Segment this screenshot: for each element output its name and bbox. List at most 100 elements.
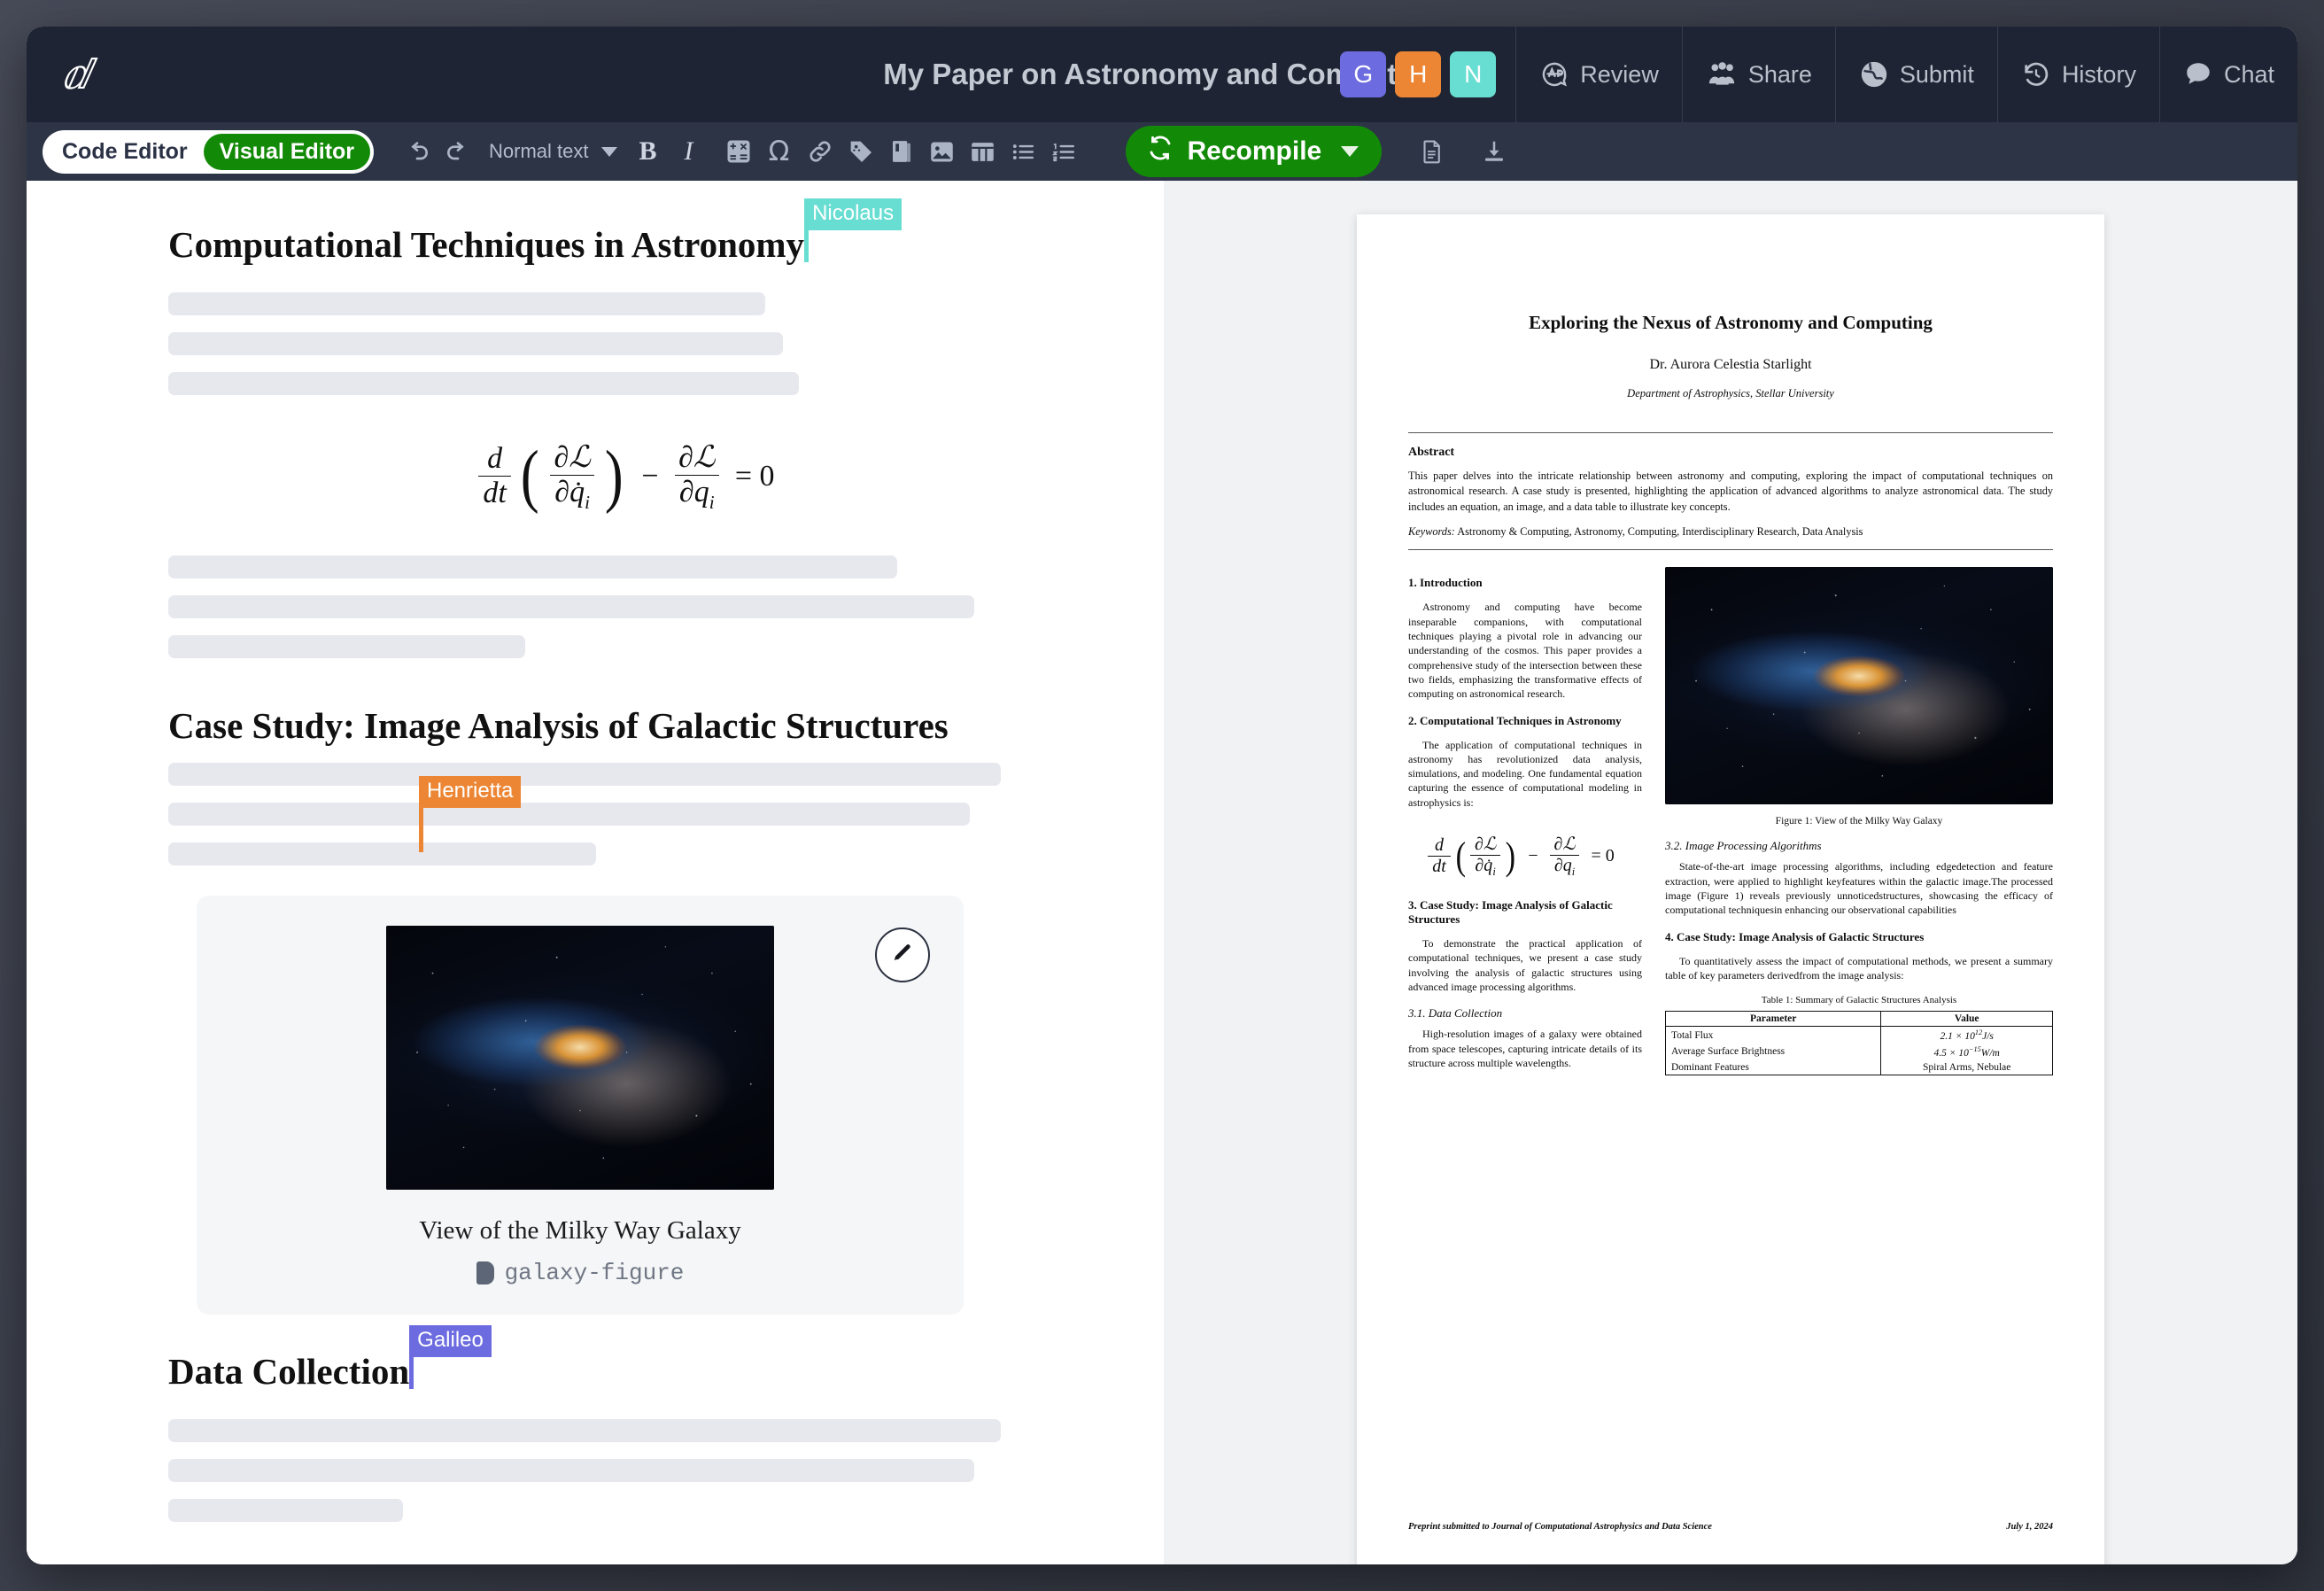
review-icon bbox=[1539, 59, 1569, 89]
equals-zero: = 0 bbox=[734, 459, 775, 493]
review-label: Review bbox=[1580, 60, 1659, 88]
table-header-row: Parameter Value bbox=[1664, 1011, 2053, 1028]
right-paren: ) bbox=[605, 437, 624, 515]
undo-icon[interactable] bbox=[397, 131, 438, 172]
section-3-2-body: State-of-the-art image processing algori… bbox=[1665, 860, 2053, 917]
pdf-column-right: Figure 1: View of the Milky Way Galaxy 3… bbox=[1664, 563, 2053, 1075]
section-4-body: To quantitatively assess the impact of c… bbox=[1665, 954, 2053, 982]
share-button[interactable]: Share bbox=[1681, 27, 1835, 122]
math-icon[interactable] bbox=[718, 131, 759, 172]
table-row: Total Flux 2.1 × 1012J/s bbox=[1664, 1026, 2053, 1044]
pdf-equation: d dt ( ∂ℒ ∂q̇i ) − ∂ℒ ∂qi = 0 bbox=[1408, 833, 1642, 879]
divider-top bbox=[1408, 432, 2053, 433]
figure-label-chip[interactable]: galaxy-figure bbox=[476, 1260, 685, 1286]
table-cell-value: 2.1 × 1012J/s bbox=[1880, 1026, 2053, 1044]
table-caption: Table 1: Summary of Galactic Structures … bbox=[1761, 995, 1957, 1006]
pdf-figure-caption: Figure 1: View of the Milky Way Galaxy bbox=[1775, 816, 1943, 827]
heading-row-1: Computational Techniques in Astronomy Ni… bbox=[168, 198, 1093, 287]
editor-equation[interactable]: d dt ( ∂ℒ ∂q̇i ) − ∂ℒ ∂qi = 0 bbox=[168, 436, 1093, 516]
table-row: Dominant Features Spiral Arms, Nebulae bbox=[1664, 1059, 2053, 1075]
code-editor-tab[interactable]: Code Editor bbox=[46, 134, 204, 170]
visual-editor-pane[interactable]: Computational Techniques in Astronomy Ni… bbox=[27, 181, 1164, 1564]
submit-button[interactable]: Submit bbox=[1834, 27, 1997, 122]
divider-bottom bbox=[1408, 549, 2053, 551]
placeholder-line bbox=[168, 1459, 974, 1482]
visual-editor-tab[interactable]: Visual Editor bbox=[203, 133, 371, 170]
table-icon[interactable] bbox=[963, 131, 1003, 172]
paragraph-style-value: Normal text bbox=[489, 140, 589, 162]
tag-icon[interactable] bbox=[841, 131, 881, 172]
bullet-list-icon[interactable] bbox=[1003, 131, 1044, 172]
figure-widget[interactable]: View of the Milky Way Galaxy galaxy-figu… bbox=[197, 896, 964, 1315]
history-label: History bbox=[2061, 60, 2136, 88]
citation-book-icon[interactable] bbox=[881, 131, 922, 172]
omega-symbol-icon[interactable]: Ω bbox=[759, 131, 800, 172]
pdf-affiliation: Department of Astrophysics, Stellar Univ… bbox=[1627, 387, 1834, 400]
abstract-heading: Abstract bbox=[1408, 446, 1455, 459]
submit-icon bbox=[1859, 59, 1889, 89]
pdf-column-left: 1. Introduction Astronomy and computing … bbox=[1408, 563, 1642, 1075]
table-cell-parameter: Average Surface Brightness bbox=[1664, 1044, 1882, 1060]
pdf-page: Exploring the Nexus of Astronomy and Com… bbox=[1357, 214, 2104, 1564]
pdf-preview-pane[interactable]: Exploring the Nexus of Astronomy and Com… bbox=[1164, 181, 2297, 1564]
history-button[interactable]: History bbox=[1996, 27, 2159, 122]
section-3-body: To demonstrate the practical application… bbox=[1408, 937, 1642, 994]
placeholder-line bbox=[168, 803, 970, 826]
share-icon bbox=[1706, 59, 1738, 89]
chat-icon bbox=[2183, 59, 2213, 89]
chat-label: Chat bbox=[2223, 60, 2274, 88]
download-icon[interactable] bbox=[1474, 131, 1514, 172]
editor-toolbar: Code Editor Visual Editor Normal text B … bbox=[27, 122, 2297, 181]
bold-button[interactable]: B bbox=[628, 131, 669, 172]
workspace-split: Computational Techniques in Astronomy Ni… bbox=[27, 181, 2297, 1564]
recompile-button[interactable]: Recompile bbox=[1125, 126, 1383, 177]
link-icon[interactable] bbox=[800, 131, 841, 172]
recompile-chevron-down-icon[interactable] bbox=[1341, 146, 1360, 157]
keywords-row: Keywords: Astronomy & Computing, Astrono… bbox=[1408, 525, 2053, 539]
pdf-file-icon[interactable] bbox=[1412, 131, 1452, 172]
figure-label-text: galaxy-figure bbox=[504, 1260, 685, 1286]
placeholder-line bbox=[168, 555, 897, 578]
table-header-value: Value bbox=[1880, 1011, 2053, 1028]
image-icon[interactable] bbox=[922, 131, 963, 172]
section-1-body: Astronomy and computing have become inse… bbox=[1408, 601, 1642, 701]
bookmark-icon bbox=[476, 1261, 494, 1284]
minus-operator: − bbox=[641, 459, 659, 493]
keywords-value: Astronomy & Computing, Astronomy, Comput… bbox=[1457, 525, 1863, 539]
numbered-list-icon[interactable] bbox=[1044, 131, 1085, 172]
collaborator-avatars: G H N bbox=[1321, 27, 1515, 122]
app-window: ⅆ My Paper on Astronomy and Computing G … bbox=[27, 27, 2297, 1564]
top-bar: ⅆ My Paper on Astronomy and Computing G … bbox=[27, 27, 2297, 122]
galaxy-image bbox=[386, 926, 774, 1190]
cursor-caret-henrietta bbox=[419, 808, 423, 852]
italic-button[interactable]: I bbox=[669, 131, 709, 172]
avatar-h[interactable]: H bbox=[1395, 51, 1442, 97]
figure-edit-button[interactable] bbox=[875, 927, 930, 982]
recompile-label: Recompile bbox=[1187, 136, 1322, 166]
cursor-label-nicolaus: Nicolaus bbox=[804, 198, 902, 230]
summary-table: Parameter Value Total Flux 2.1 × 1012J/s bbox=[1664, 1011, 2053, 1075]
table-cell-value: Spiral Arms, Nebulae bbox=[1880, 1059, 2053, 1075]
equation-dL-dqdot: ∂ℒ ∂q̇i bbox=[549, 439, 594, 514]
placeholder-line bbox=[168, 1419, 1001, 1442]
recompile-refresh-icon bbox=[1147, 135, 1174, 168]
heading-row-3: Data Collection Galileo bbox=[168, 1325, 1093, 1414]
table-cell-value: 4.5 × 10−15W/m bbox=[1880, 1044, 2053, 1060]
share-label: Share bbox=[1747, 60, 1812, 88]
chat-button[interactable]: Chat bbox=[2158, 27, 2297, 122]
review-button[interactable]: Review bbox=[1515, 27, 1682, 122]
editor-mode-switch[interactable]: Code Editor Visual Editor bbox=[43, 129, 375, 174]
abstract-body: This paper delves into the intricate rel… bbox=[1408, 470, 2053, 513]
editor-heading-3[interactable]: Data Collection bbox=[168, 1350, 409, 1393]
avatar-g[interactable]: G bbox=[1340, 51, 1387, 97]
editor-heading-2[interactable]: Case Study: Image Analysis of Galactic S… bbox=[168, 704, 949, 747]
paragraph-style-select[interactable]: Normal text bbox=[478, 140, 627, 163]
pdf-galaxy-image bbox=[1665, 567, 2053, 805]
avatar-n[interactable]: N bbox=[1450, 51, 1497, 97]
overleaf-logo-icon[interactable]: ⅆ bbox=[27, 50, 124, 98]
chevron-down-icon bbox=[600, 146, 617, 157]
top-bar-right: G H N Review Share Submit History Chat bbox=[1321, 27, 2297, 122]
editor-heading-1[interactable]: Computational Techniques in Astronomy bbox=[168, 223, 804, 266]
redo-icon[interactable] bbox=[438, 131, 478, 172]
pencil-icon bbox=[889, 940, 916, 971]
